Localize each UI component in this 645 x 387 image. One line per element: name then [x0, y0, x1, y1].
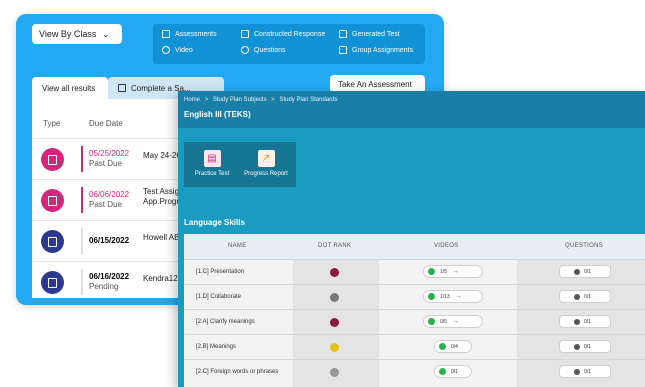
dot-rank-indicator: [330, 368, 339, 377]
play-icon: [439, 343, 446, 350]
study-plan-panel: Home > Study Plan Subjects > Study Plan …: [178, 91, 645, 387]
arrow-right-icon: →: [451, 268, 459, 275]
practice-test-icon: ▤: [203, 150, 221, 167]
save-icon: [118, 84, 126, 92]
dot-rank-indicator: [330, 343, 339, 352]
questions-progress[interactable]: 0/1: [559, 290, 611, 303]
dot-rank-indicator: [330, 293, 339, 302]
legend-group-assignments: Group Assignments: [339, 46, 413, 54]
breadcrumb: Home > Study Plan Subjects > Study Plan …: [184, 97, 337, 103]
due-date: 06/06/2022 Past Due: [81, 187, 129, 213]
group-assignments-icon: [339, 46, 347, 54]
column-header-questions: QUESTIONS: [565, 243, 604, 249]
progress-chart-icon: ↗: [257, 150, 275, 167]
assessment-icon: [41, 230, 64, 253]
practice-test-button[interactable]: ▤ Practice Test: [188, 150, 236, 177]
view-by-class-dropdown[interactable]: View By Class ⌄: [32, 24, 122, 44]
question-icon: [574, 268, 580, 275]
standard-name: [1.C] Presentation: [196, 269, 245, 275]
legend-generated-test: Generated Test: [339, 30, 400, 38]
breadcrumb-study-plan-subjects[interactable]: Study Plan Subjects: [213, 97, 267, 103]
standards-table: NAME DOT RANK VIDEOS QUESTIONS [1.C] Pre…: [184, 234, 645, 387]
breadcrumb-study-plan-standards: Study Plan Standards: [279, 97, 338, 103]
course-title: English III (TEKS): [184, 110, 251, 119]
table-row[interactable]: [2.A] Clarify meanings 0/5 → 0/1: [184, 309, 645, 335]
table-row[interactable]: [1.C] Presentation 1/5 → 0/1: [184, 259, 645, 285]
constructed-response-icon: [241, 30, 249, 38]
question-icon: [574, 368, 580, 375]
tab-view-all-results[interactable]: View all results: [32, 77, 108, 99]
generated-test-icon: [41, 189, 64, 212]
questions-icon: [241, 46, 249, 54]
assignment-name: Kendra123: [143, 274, 183, 283]
play-icon: [428, 268, 435, 275]
assessment-icon: [162, 30, 170, 38]
video-icon: [162, 46, 170, 54]
legend-assessments: Assessments: [162, 30, 217, 38]
progress-report-button[interactable]: ↗ Progress Report: [242, 150, 290, 177]
question-icon: [574, 343, 580, 350]
table-row[interactable]: [2.B] Meanings 0/4 0/1: [184, 334, 645, 360]
column-header-name: NAME: [228, 243, 247, 249]
due-date: 05/25/2022 Past Due: [81, 146, 129, 172]
breadcrumb-separator: >: [204, 97, 209, 103]
due-date: 06/15/2022: [81, 228, 129, 254]
table-row[interactable]: [1.D] Collaborate 1/13 → 0/1: [184, 284, 645, 310]
legend-video: Video: [162, 46, 193, 54]
dot-rank-indicator: [330, 318, 339, 327]
section-title: Language Skills: [184, 218, 245, 227]
arrow-right-icon: →: [454, 293, 462, 300]
view-by-label: View By Class: [39, 29, 97, 39]
questions-progress[interactable]: 0/1: [559, 365, 611, 378]
questions-progress[interactable]: 0/1: [559, 315, 611, 328]
standard-name: [1.D] Collaborate: [196, 294, 242, 300]
generated-test-icon: [41, 148, 64, 171]
study-plan-actions: ▤ Practice Test ↗ Progress Report: [184, 142, 296, 187]
play-icon: [428, 293, 435, 300]
column-header-dot-rank: DOT RANK: [318, 243, 352, 249]
standard-name: [2.C] Foreign words or phrases: [196, 369, 279, 375]
videos-progress-button[interactable]: 0/4: [434, 340, 472, 353]
videos-progress-button[interactable]: 1/5 →: [423, 265, 483, 278]
videos-progress-button[interactable]: 0/5 →: [423, 315, 483, 328]
type-legend: Assessments Constructed Response Generat…: [153, 24, 425, 64]
legend-questions: Questions: [241, 46, 286, 54]
column-header-type: Type: [43, 119, 61, 128]
chevron-down-icon: ⌄: [102, 29, 110, 39]
assignment-name: May 24-26: [143, 151, 181, 160]
videos-progress-button[interactable]: 1/13 →: [423, 290, 483, 303]
due-date: 06/16/2022 Pending: [81, 269, 129, 295]
question-icon: [574, 293, 580, 300]
column-header-videos: VIDEOS: [434, 243, 459, 249]
arrow-right-icon: →: [451, 318, 459, 325]
legend-constructed-response: Constructed Response: [241, 30, 325, 38]
table-row[interactable]: [2.C] Foreign words or phrases 0/1 0/1: [184, 359, 645, 385]
question-icon: [574, 318, 580, 325]
table-header: NAME DOT RANK VIDEOS QUESTIONS: [184, 234, 645, 259]
dot-rank-indicator: [330, 268, 339, 277]
questions-progress[interactable]: 0/1: [559, 340, 611, 353]
assessment-icon: [41, 271, 64, 294]
breadcrumb-separator: >: [271, 97, 275, 103]
study-plan-header: Home > Study Plan Subjects > Study Plan …: [178, 91, 645, 128]
breadcrumb-home[interactable]: Home: [184, 97, 200, 103]
play-icon: [439, 368, 446, 375]
column-header-due-date: Due Date: [89, 119, 123, 128]
videos-progress-button[interactable]: 0/1: [434, 365, 472, 378]
play-icon: [428, 318, 435, 325]
generated-test-icon: [339, 30, 347, 38]
standard-name: [2.A] Clarify meanings: [196, 319, 255, 325]
questions-progress[interactable]: 0/1: [559, 265, 611, 278]
standard-name: [2.B] Meanings: [196, 344, 237, 350]
